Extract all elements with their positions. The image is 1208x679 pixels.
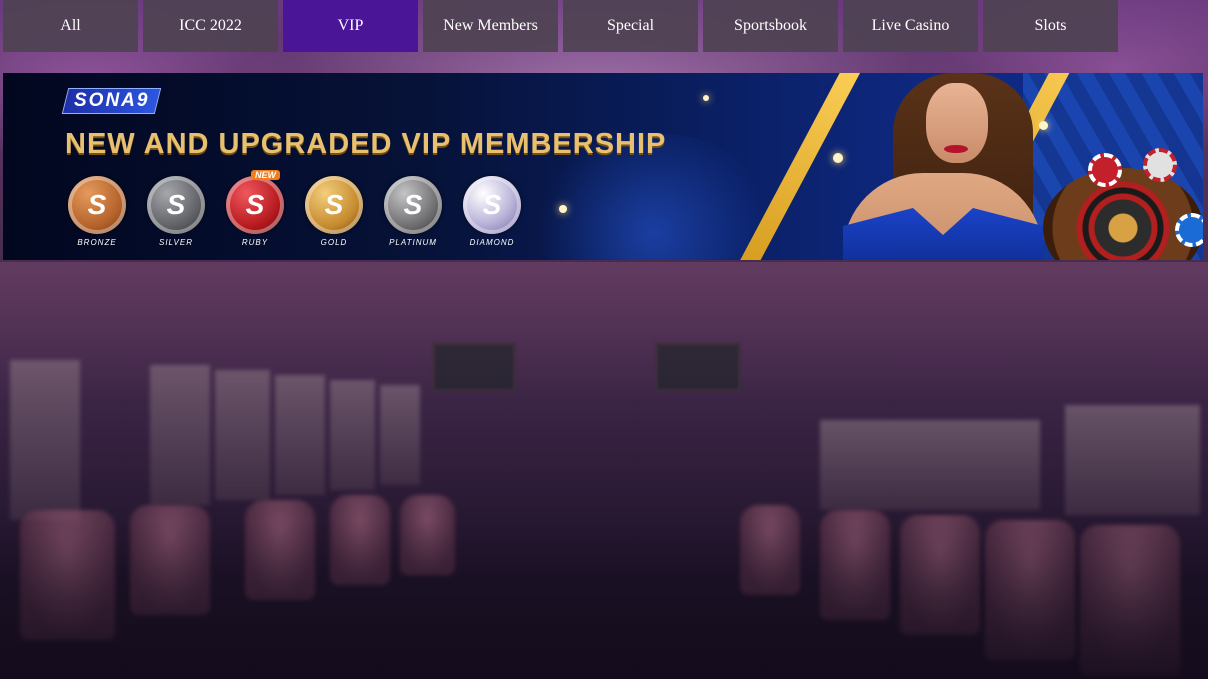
tier-label: GOLD [320,238,348,247]
casino-chip-icon [1143,148,1177,182]
tab-new-members[interactable]: New Members [423,0,558,52]
slot-machine [330,380,375,490]
tab-icc-2022[interactable]: ICC 2022 [143,0,278,52]
tab-live-casino[interactable]: Live Casino [843,0,978,52]
model-image [823,73,1053,260]
slot-machine [275,375,325,495]
vip-tier-coins: S BRONZE S SILVER NEW S RUBY S GOLD S PL… [67,170,522,247]
tab-all[interactable]: All [3,0,138,52]
promotion-category-tabs: All ICC 2022 VIP New Members Special Spo… [3,0,1118,52]
slot-machine [150,365,210,505]
silver-coin-icon: S [147,176,205,234]
tab-sportsbook[interactable]: Sportsbook [703,0,838,52]
tier-gold: S GOLD [304,176,364,247]
casino-chip-icon [1088,153,1122,187]
vip-promo-banner[interactable]: SONA9 NEW AND UPGRADED VIP MEMBERSHIP S … [3,73,1203,260]
platinum-coin-icon: S [384,176,442,234]
diamond-coin-icon: S [463,176,521,234]
tab-slots[interactable]: Slots [983,0,1118,52]
tier-label: RUBY [241,238,269,247]
tier-label: BRONZE [77,238,117,247]
gold-coin-icon: S [305,176,363,234]
slot-machine [10,360,80,520]
tier-silver: S SILVER [146,176,206,247]
bronze-coin-icon: S [68,176,126,234]
floor-shadow [0,520,1208,679]
ruby-coin-icon: S [226,176,284,234]
tab-vip[interactable]: VIP [283,0,418,52]
casino-chip-icon [1175,213,1203,247]
brand-logo: SONA9 [61,88,162,114]
tier-ruby: NEW S RUBY [225,170,285,247]
tier-label: DIAMOND [469,238,515,247]
slot-machine [1065,405,1200,515]
tier-label: SILVER [158,238,193,247]
new-badge: NEW [251,170,280,180]
slot-machine [820,420,1040,510]
banner-headline: NEW AND UPGRADED VIP MEMBERSHIP [65,128,667,160]
sparkle [559,205,567,213]
slot-machine [380,385,420,485]
wall-tv-right [655,342,741,392]
slot-machine [215,370,270,500]
tier-platinum: S PLATINUM [383,176,443,247]
wall-tv-left [432,342,516,392]
tier-bronze: S BRONZE [67,176,127,247]
sparkle [703,95,709,101]
tier-label: PLATINUM [389,238,437,247]
model-lips [944,145,968,153]
tab-special[interactable]: Special [563,0,698,52]
tier-diamond: S DIAMOND [462,176,522,247]
